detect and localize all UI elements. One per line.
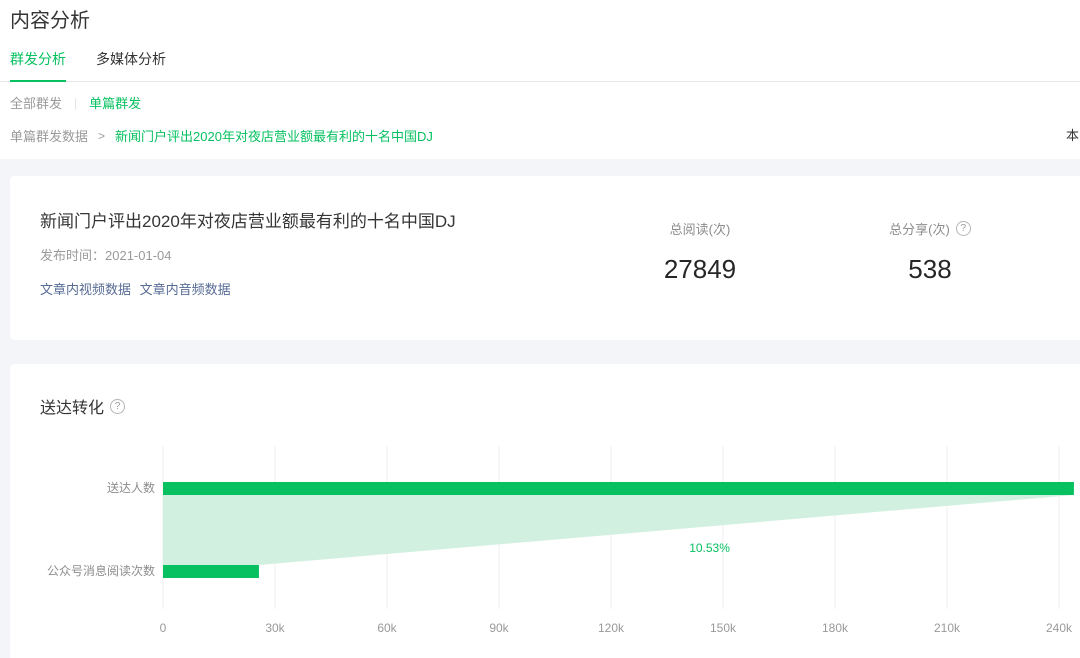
x-tick-label: 0 (160, 621, 167, 635)
audio-data-link[interactable]: 文章内音频数据 (140, 282, 231, 297)
stat-total-shares-text: 总分享(次) (889, 219, 950, 238)
main-tabs: 群发分析 多媒体分析 (0, 49, 1080, 82)
stat-total-shares-value: 538 (830, 254, 1030, 285)
x-tick-label: 150k (710, 621, 737, 635)
stat-total-shares-label: 总分享(次) ? (889, 219, 971, 238)
funnel-bottom-bar[interactable] (163, 565, 259, 578)
tab-multimedia-analysis[interactable]: 多媒体分析 (96, 49, 166, 81)
x-tick-label: 60k (377, 621, 397, 635)
x-tick-label: 210k (934, 621, 961, 635)
page-header: 内容分析 群发分析 多媒体分析 全部群发 | 单篇群发 单篇群发数据 > 新闻门… (0, 0, 1080, 159)
stat-total-reads-value: 27849 (600, 254, 800, 285)
x-tick-label: 240k (1046, 621, 1073, 635)
conversion-rate-label: 10.53% (689, 541, 730, 555)
header-right-partial-link[interactable]: 本 (1066, 125, 1080, 144)
funnel-wedge (163, 495, 1074, 565)
video-data-link[interactable]: 文章内视频数据 (40, 282, 131, 297)
delivery-conversion-card: 送达转化 ? 0 30k 60k 90k 120k 150k 180k 210k 240k 送达人… (10, 364, 1080, 658)
stat-total-shares: 总分享(次) ? 538 (830, 219, 1030, 285)
sub-tabs: 全部群发 | 单篇群发 (0, 82, 1080, 112)
tab-mass-send-analysis[interactable]: 群发分析 (10, 49, 66, 82)
breadcrumb-separator-icon: > (98, 129, 105, 143)
subtab-all-mass-send[interactable]: 全部群发 (10, 93, 62, 112)
help-icon[interactable]: ? (956, 221, 971, 236)
x-tick-label: 90k (489, 621, 509, 635)
x-tick-label: 180k (822, 621, 849, 635)
funnel-chart: 0 30k 60k 90k 120k 150k 180k 210k 240k 送达人数公众号消息阅… (10, 446, 1080, 646)
row-label: 公众号消息阅读次数 (47, 563, 155, 578)
stat-total-reads: 总阅读(次) 27849 (600, 219, 800, 285)
x-tick-label: 120k (598, 621, 625, 635)
subtab-single-mass-send[interactable]: 单篇群发 (89, 93, 141, 112)
funnel-card-title-text: 送达转化 (40, 394, 104, 418)
page-title: 内容分析 (0, 2, 1080, 33)
row-label: 送达人数 (107, 480, 155, 495)
article-summary-card: 新闻门户评出2020年对夜店营业额最有利的十名中国DJ 发布时间：2021-01… (10, 176, 1080, 340)
stat-total-reads-label: 总阅读(次) (670, 219, 731, 238)
breadcrumb: 单篇群发数据 > 新闻门户评出2020年对夜店营业额最有利的十名中国DJ 本 (0, 126, 1080, 159)
breadcrumb-current-article[interactable]: 新闻门户评出2020年对夜店营业额最有利的十名中国DJ (115, 126, 433, 145)
help-icon[interactable]: ? (110, 399, 125, 414)
x-tick-label: 30k (265, 621, 285, 635)
funnel-card-title: 送达转化 ? (10, 364, 1080, 418)
breadcrumb-root[interactable]: 单篇群发数据 (10, 126, 88, 145)
funnel-top-bar[interactable] (163, 482, 1074, 495)
subtab-divider: | (74, 96, 77, 110)
